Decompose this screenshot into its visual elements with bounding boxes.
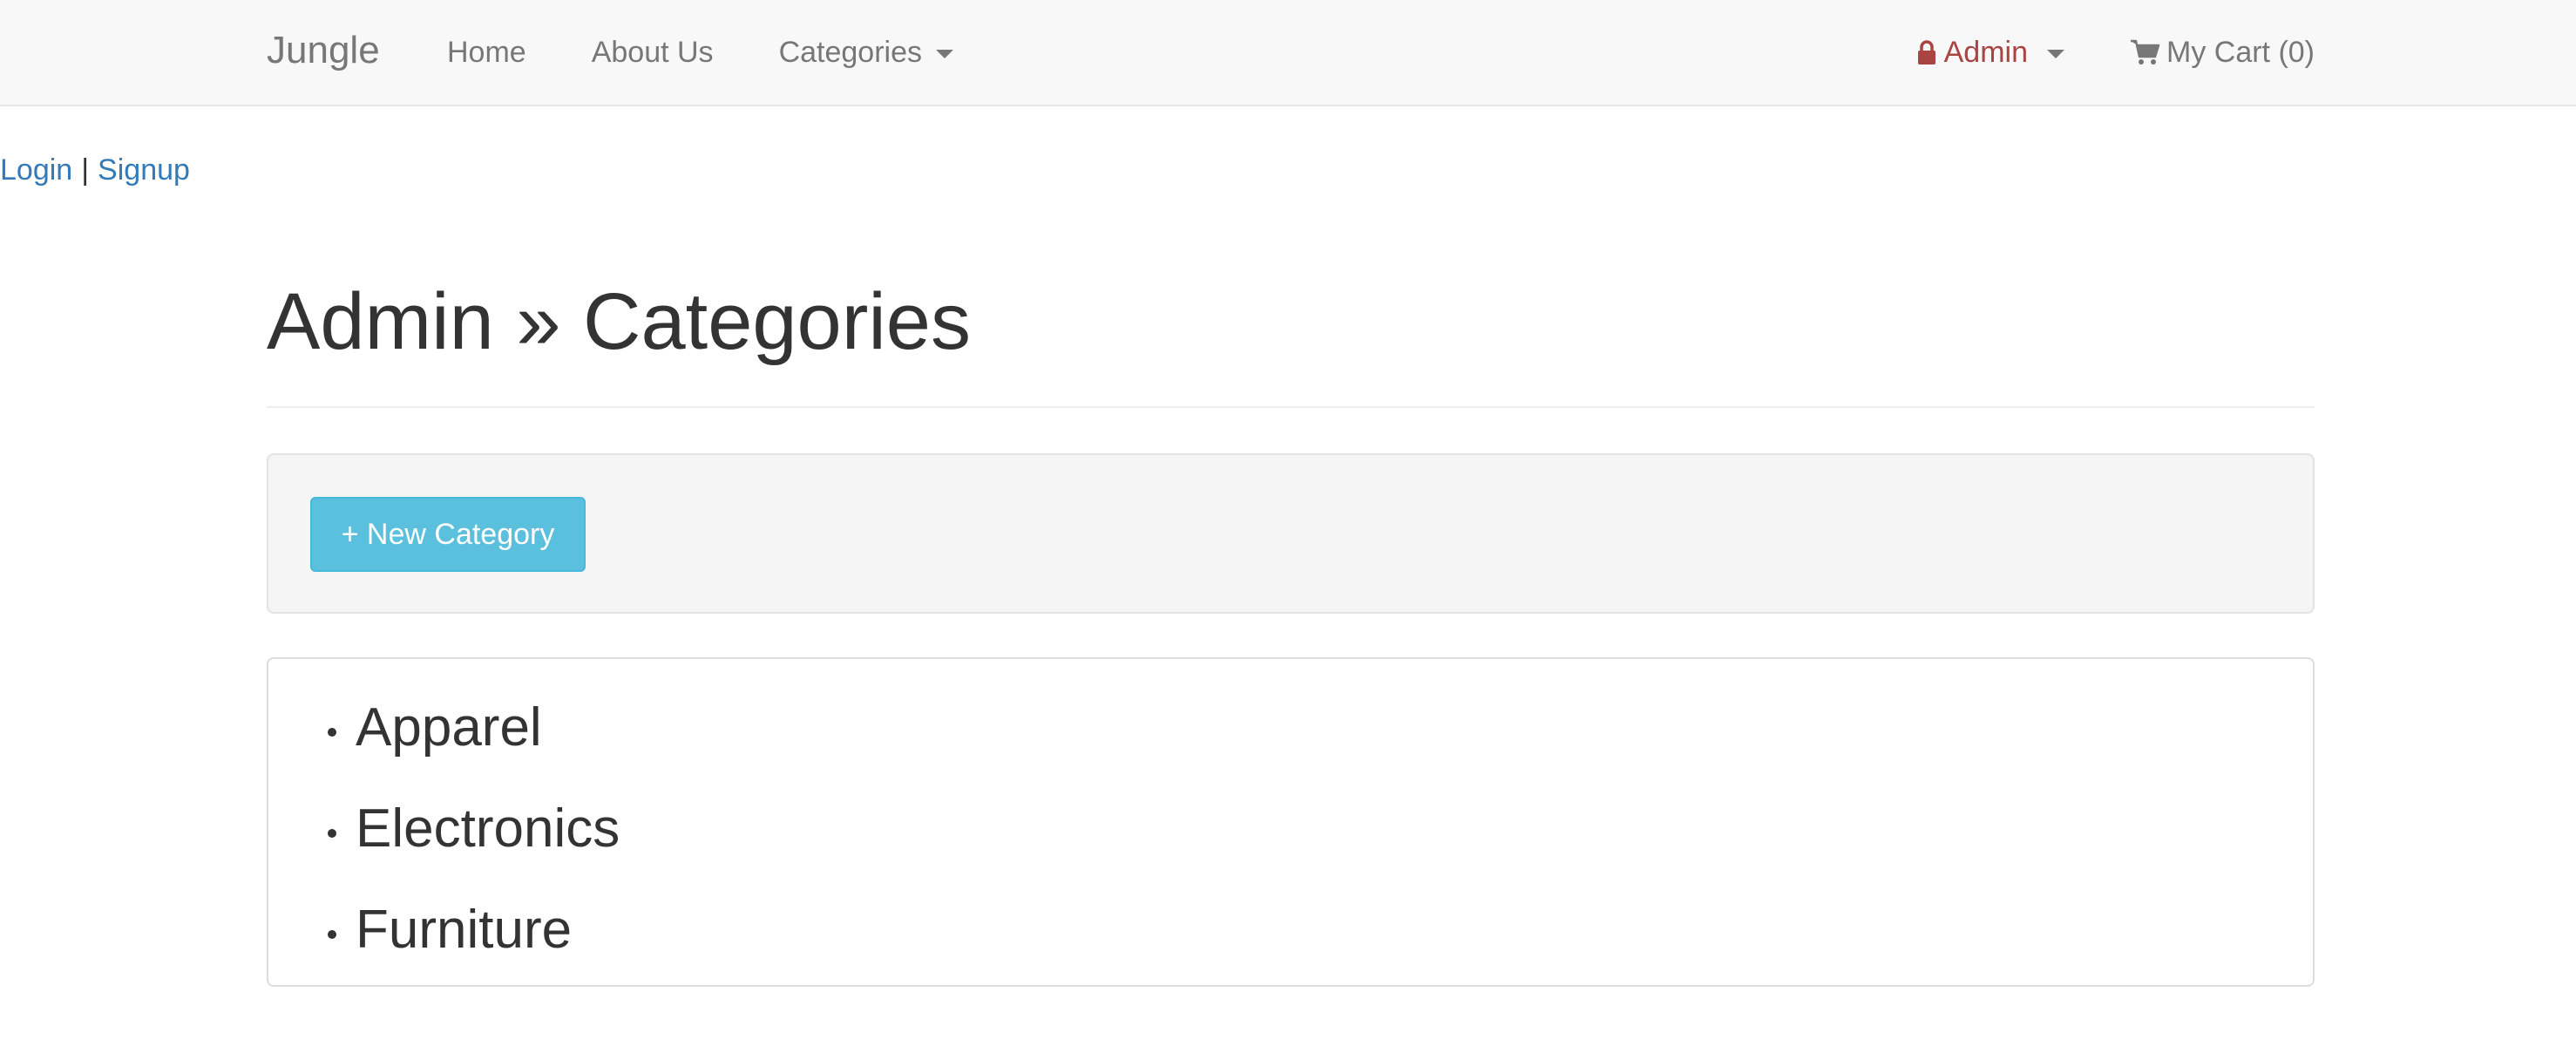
- admin-dropdown[interactable]: Admin: [1916, 36, 2064, 70]
- category-list-item: Apparel: [328, 694, 620, 760]
- bullet-icon: [328, 829, 336, 838]
- bullet-icon: [328, 930, 336, 939]
- nav-categories-dropdown[interactable]: Categories: [779, 36, 953, 70]
- category-list-item: Furniture: [328, 896, 620, 962]
- nav-right-links: Admin My Cart (0): [1916, 0, 2315, 105]
- page-title: Admin » Categories: [267, 277, 971, 366]
- categories-list: Apparel Electronics Furniture: [328, 694, 620, 962]
- navbar-container: Jungle Home About Us Categories Admin My…: [267, 0, 2315, 105]
- nav-link-home[interactable]: Home: [447, 36, 526, 70]
- bullet-icon: [328, 728, 336, 737]
- main-content: Admin » Categories + New Category Appare…: [267, 262, 2315, 987]
- my-cart-link[interactable]: My Cart (0): [2130, 36, 2315, 70]
- actions-well: + New Category: [267, 453, 2315, 614]
- auth-separator: |: [81, 153, 90, 187]
- nav-links: Home About Us Categories: [447, 0, 1019, 105]
- category-name: Furniture: [356, 899, 573, 960]
- chevron-down-icon: [2047, 50, 2064, 58]
- category-list-item: Electronics: [328, 795, 620, 861]
- brand-logo-link[interactable]: Jungle: [267, 26, 380, 75]
- auth-links: Login | Signup: [0, 150, 190, 190]
- my-cart-label: My Cart (0): [2166, 35, 2315, 69]
- top-navbar: Jungle Home About Us Categories Admin My…: [0, 0, 2576, 106]
- shopping-cart-icon: [2131, 39, 2160, 65]
- chevron-down-icon: [935, 50, 953, 58]
- new-category-button[interactable]: + New Category: [310, 497, 586, 572]
- categories-panel: Apparel Electronics Furniture: [267, 657, 2315, 987]
- lock-icon: [1917, 40, 1935, 65]
- admin-label: Admin: [1943, 35, 2028, 69]
- category-name: Apparel: [356, 696, 542, 758]
- nav-link-about-us[interactable]: About Us: [592, 36, 714, 70]
- nav-categories-label: Categories: [778, 35, 922, 69]
- category-name: Electronics: [356, 798, 620, 859]
- login-link[interactable]: Login: [0, 153, 72, 187]
- signup-link[interactable]: Signup: [98, 153, 190, 187]
- page-header: Admin » Categories: [267, 262, 2315, 408]
